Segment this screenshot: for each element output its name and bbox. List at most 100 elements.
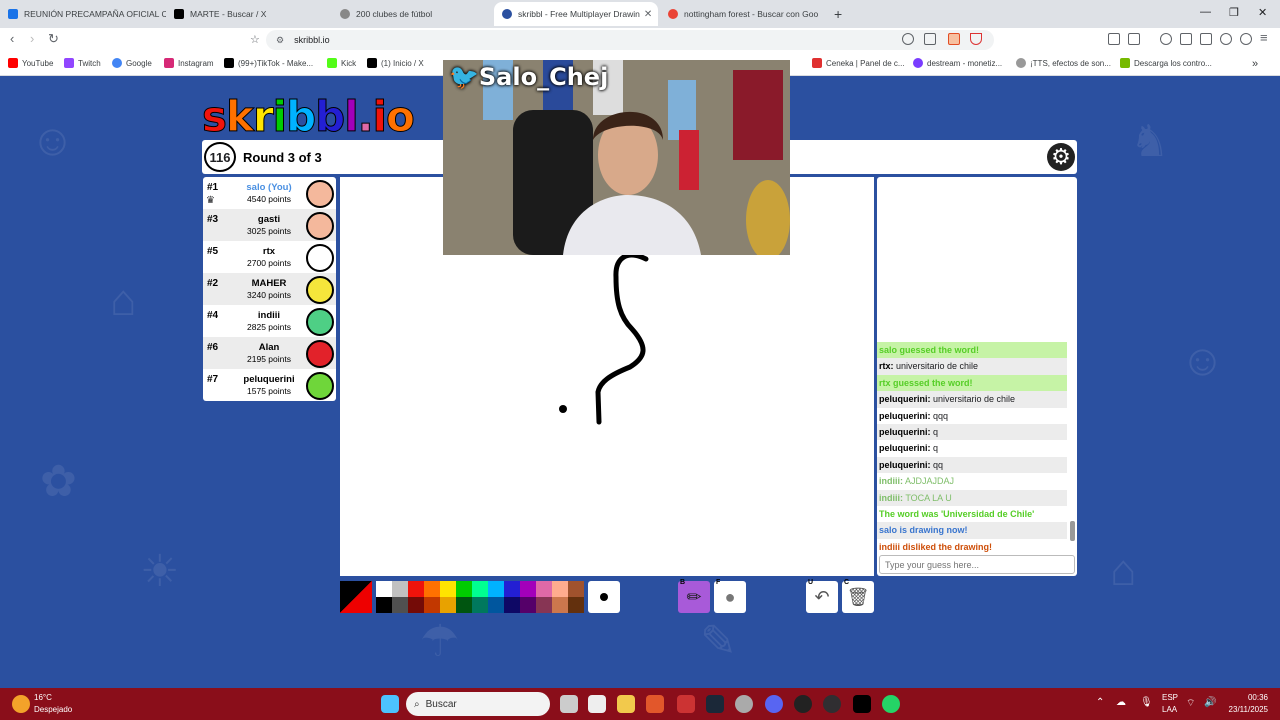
player-row[interactable]: #5 rtx 2700 points <box>203 241 336 273</box>
wifi-icon[interactable]: ⌔ <box>1186 697 1195 710</box>
color-swatch[interactable] <box>536 581 552 597</box>
undo-button[interactable]: U ↶ <box>806 579 838 613</box>
player-row[interactable]: #4 indiii 2825 points <box>203 305 336 337</box>
color-swatch[interactable] <box>488 581 504 597</box>
task-view-icon[interactable] <box>560 695 578 713</box>
onedrive-icon[interactable]: ☁ <box>1116 697 1126 708</box>
store-icon[interactable] <box>588 695 606 713</box>
more-bookmarks-icon[interactable]: » <box>1252 58 1258 70</box>
color-swatch[interactable] <box>408 597 424 613</box>
minimize-icon[interactable]: — <box>1200 6 1211 18</box>
color-swatch[interactable] <box>520 597 536 613</box>
weather-icon[interactable] <box>12 695 30 713</box>
share-icon[interactable] <box>924 33 936 45</box>
streamlabs-icon[interactable] <box>677 695 695 713</box>
reader-icon[interactable] <box>1128 33 1140 45</box>
clear-button[interactable]: C 🗑 <box>842 579 874 613</box>
rewards-icon[interactable] <box>970 33 982 45</box>
wallet-icon[interactable] <box>1200 33 1212 45</box>
player-row[interactable]: #3 gasti 3025 points <box>203 209 336 241</box>
color-swatch[interactable] <box>504 597 520 613</box>
settings-gear-icon[interactable]: ⚙ <box>1047 143 1075 171</box>
address-bar[interactable]: ⚙ skribbl.io <box>266 30 994 50</box>
bookmark-star-icon[interactable]: ☆ <box>250 33 260 46</box>
keyboard-layout[interactable]: LAA <box>1162 705 1177 714</box>
bookmark-tts[interactable]: ¡TTS, efectos de son... <box>1016 58 1111 68</box>
bookmark-tiktok[interactable]: (99+)TikTok - Make... <box>224 58 313 68</box>
bookmark-kick[interactable]: Kick <box>327 58 356 68</box>
extensions-icon[interactable] <box>1108 33 1120 45</box>
vpn-icon[interactable] <box>1240 33 1252 45</box>
bookmark-instagram[interactable]: Instagram <box>164 58 214 68</box>
site-info-icon[interactable]: ⚙ <box>276 35 284 46</box>
steam-icon[interactable] <box>706 695 724 713</box>
bookmark-google[interactable]: Google <box>112 58 152 68</box>
player-row[interactable]: #6 Alan 2195 points <box>203 337 336 369</box>
taskbar-search[interactable]: ⌕ Buscar <box>406 692 550 716</box>
language-indicator[interactable]: ESP <box>1162 693 1178 702</box>
forward-icon[interactable]: › <box>30 31 34 46</box>
color-swatch[interactable] <box>520 581 536 597</box>
clock-time[interactable]: 00:36 <box>1220 693 1268 702</box>
color-swatch[interactable] <box>376 581 392 597</box>
leo-icon[interactable] <box>1220 33 1232 45</box>
color-swatch[interactable] <box>392 581 408 597</box>
tab-clubes[interactable]: 200 clubes de fútbol <box>332 2 494 26</box>
sidebar-icon[interactable] <box>1180 33 1192 45</box>
mic-icon[interactable]: 🎙 <box>1140 697 1153 708</box>
file-explorer-icon[interactable] <box>617 695 635 713</box>
tray-chevron-icon[interactable]: ⌃ <box>1096 697 1104 708</box>
tab-reunion[interactable]: REUNIÓN PRECAMPAÑA OFICIAL CA <box>0 2 166 26</box>
reload-icon[interactable]: ↻ <box>48 31 59 47</box>
brave-shield-icon[interactable] <box>948 33 960 45</box>
whatsapp-icon[interactable] <box>882 695 900 713</box>
color-swatch[interactable] <box>504 581 520 597</box>
color-swatch[interactable] <box>488 597 504 613</box>
current-color[interactable] <box>340 581 372 613</box>
bookmark-youtube[interactable]: YouTube <box>8 58 53 68</box>
volume-icon[interactable]: 🔊 <box>1204 697 1216 708</box>
color-swatch[interactable] <box>424 597 440 613</box>
color-swatch[interactable] <box>472 597 488 613</box>
guess-input[interactable] <box>879 555 1075 574</box>
color-swatch[interactable] <box>568 581 584 597</box>
obs-icon[interactable] <box>823 695 841 713</box>
tab-skribbl[interactable]: skribbl - Free Multiplayer Drawin ✕ <box>494 2 658 26</box>
settings-app-icon[interactable] <box>735 695 753 713</box>
brush-size-button[interactable] <box>588 581 620 613</box>
color-swatch[interactable] <box>552 597 568 613</box>
close-window-icon[interactable]: ✕ <box>1258 6 1267 19</box>
bookmark-descarga[interactable]: Descarga los contro... <box>1120 58 1212 68</box>
color-swatch[interactable] <box>456 581 472 597</box>
menu-icon[interactable]: ≡ <box>1260 30 1268 45</box>
restore-icon[interactable]: ❐ <box>1229 6 1239 19</box>
color-swatch[interactable] <box>552 581 568 597</box>
color-swatch[interactable] <box>376 597 392 613</box>
start-icon[interactable] <box>381 695 399 713</box>
back-icon[interactable]: ‹ <box>10 31 14 46</box>
tab-nottingham[interactable]: nottingham forest - Buscar con Goo <box>660 2 824 26</box>
brave-icon[interactable] <box>646 695 664 713</box>
media-icon[interactable] <box>1160 33 1172 45</box>
translate-icon[interactable] <box>902 33 914 45</box>
color-swatch[interactable] <box>456 597 472 613</box>
fill-tool-button[interactable]: F ● <box>714 579 746 613</box>
color-swatch[interactable] <box>568 597 584 613</box>
player-row[interactable]: #7 peluquerini 1575 points <box>203 369 336 401</box>
player-row[interactable]: #2 MAHER 3240 points <box>203 273 336 305</box>
bookmark-ceneka[interactable]: Ceneka | Panel de c... <box>812 58 905 68</box>
color-swatch[interactable] <box>472 581 488 597</box>
bookmark-x[interactable]: (1) Inicio / X <box>367 58 424 68</box>
discord-icon[interactable] <box>765 695 783 713</box>
color-swatch[interactable] <box>392 597 408 613</box>
color-swatch[interactable] <box>408 581 424 597</box>
tab-marte[interactable]: MARTE - Buscar / X <box>166 2 332 26</box>
tiktok-icon[interactable] <box>853 695 871 713</box>
close-tab-icon[interactable]: ✕ <box>640 9 652 20</box>
player-row[interactable]: #1 ♛ salo (You) 4540 points <box>203 177 336 209</box>
brush-tool-button[interactable]: B ✏ <box>678 579 710 613</box>
bookmark-destream[interactable]: destream - monetiz... <box>913 58 1002 68</box>
color-swatch[interactable] <box>440 597 456 613</box>
color-swatch[interactable] <box>424 581 440 597</box>
bookmark-twitch[interactable]: Twitch <box>64 58 101 68</box>
